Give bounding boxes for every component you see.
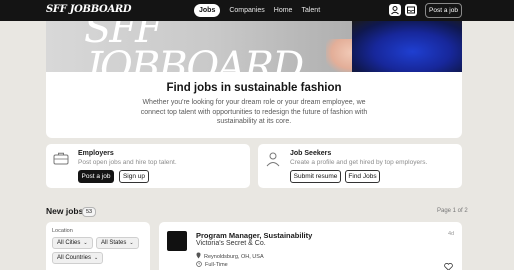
nav-companies[interactable]: Companies [229,4,264,17]
site-logo[interactable]: SFF JOBBOARD [46,4,132,15]
nav-jobs[interactable]: Jobs [194,4,221,17]
location-label: Location [52,228,73,234]
country-filter-select[interactable]: All Countries ⌄ [52,252,104,264]
job-seekers-subtitle: Create a profile and get hired by top em… [290,159,428,166]
inbox-icon[interactable] [405,4,417,16]
location-pin-icon [196,252,201,261]
job-location: Reynoldsburg, OH, USA [196,252,264,261]
hero-card: SFF JOBBOARD Find jobs in sustainable fa… [46,21,462,138]
job-location-text: Reynoldsburg, OH, USA [204,253,264,260]
city-filter-value: All Cities [57,240,81,246]
header-post-job-button[interactable]: Post a job [425,3,462,18]
country-filter-value: All Countries [57,255,92,261]
job-listing-card[interactable]: Program Manager, Sustainability Victoria… [159,222,462,270]
hero-description: Whether you're looking for your dream ro… [140,99,368,125]
state-filter-select[interactable]: All States ⌄ [96,237,139,249]
filter-panel: Location All Cities ⌄ All States ⌄ All C… [46,222,150,270]
chevron-down-icon: ⌄ [83,240,88,246]
find-jobs-button[interactable]: Find Jobs [345,170,380,183]
job-count-badge: 53 [82,207,97,217]
pagination-info: Page 1 of 2 [437,208,468,214]
city-filter-select[interactable]: All Cities ⌄ [52,237,93,249]
hero-title: Find jobs in sustainable fashion [166,82,342,94]
employers-title: Employers [78,150,114,157]
nav-talent[interactable]: Talent [301,4,320,17]
employers-card: Employers Post open jobs and hire top ta… [46,144,250,188]
job-seekers-title: Job Seekers [290,150,332,157]
employers-subtitle: Post open jobs and hire top talent. [78,159,177,166]
employers-post-job-button[interactable]: Post a job [78,170,114,183]
person-icon [265,151,281,172]
employers-sign-up-button[interactable]: Sign up [119,170,149,183]
company-logo [167,231,187,251]
hero-image-word-jobboard: JOBBOARD [86,44,304,72]
hero-image: SFF JOBBOARD [46,21,462,72]
main-nav: Jobs Companies Home Talent [194,4,329,17]
briefcase-icon [53,151,69,170]
user-icon[interactable] [389,4,401,16]
new-jobs-heading: New jobs [46,206,84,216]
job-seekers-card: Job Seekers Create a profile and get hir… [258,144,462,188]
clock-icon [196,261,202,269]
chevron-down-icon: ⌄ [94,255,99,261]
state-filter-value: All States [101,240,127,246]
top-navbar: SFF JOBBOARD Jobs Companies Home Talent … [0,0,514,21]
job-title[interactable]: Program Manager, Sustainability [196,231,312,240]
job-type-text: Full-Time [205,262,228,268]
nav-home[interactable]: Home [274,4,293,17]
hero-image-blue-garment [352,21,462,72]
job-posted-age: 4d [448,231,455,237]
submit-resume-button[interactable]: Submit resume [290,170,341,183]
heart-icon[interactable] [444,258,453,270]
chevron-down-icon: ⌄ [129,240,134,246]
job-company: Victoria's Secret & Co. [196,240,266,247]
job-type: Full-Time [196,261,228,269]
